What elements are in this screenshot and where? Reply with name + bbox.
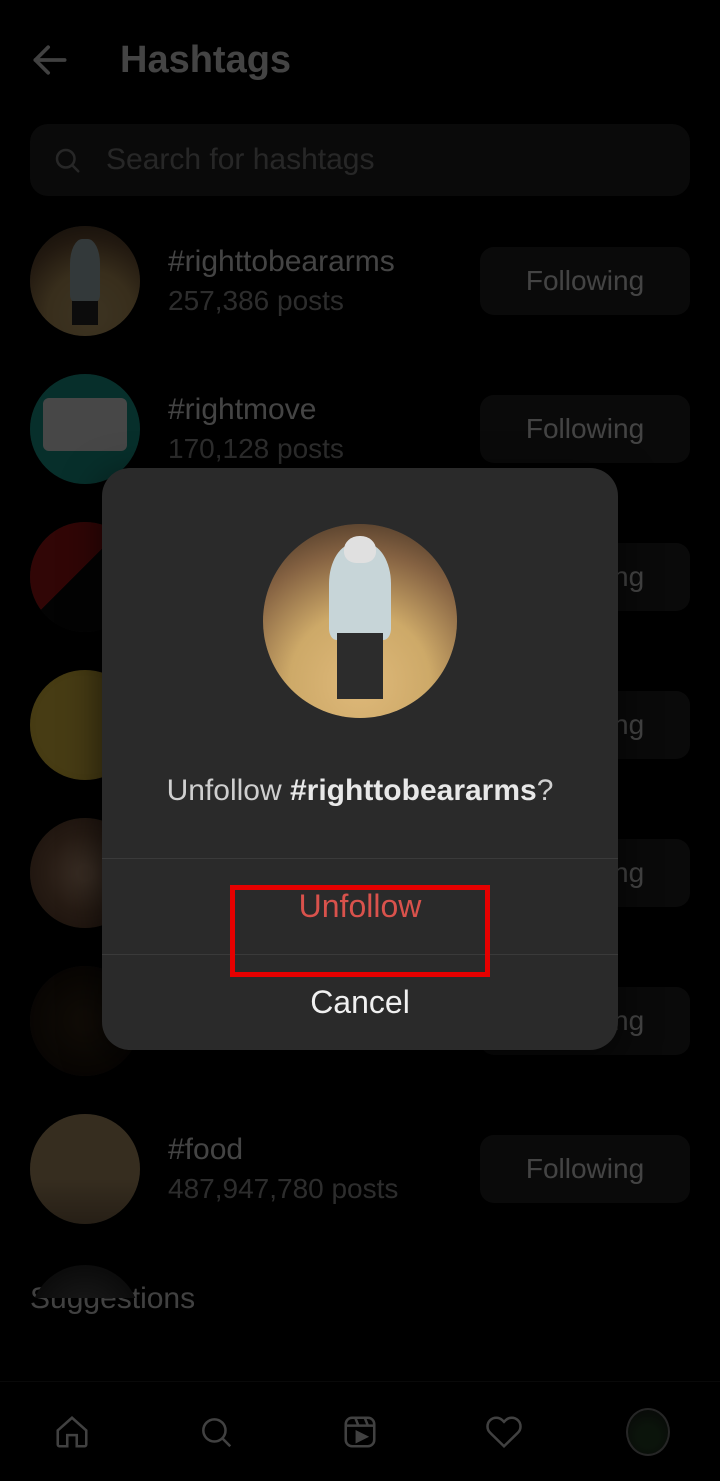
cancel-button[interactable]: Cancel (102, 954, 618, 1050)
dialog-question: Unfollow #righttobeararms? (167, 774, 554, 808)
unfollow-button[interactable]: Unfollow (102, 858, 618, 954)
unfollow-dialog: Unfollow #righttobeararms? Unfollow Canc… (102, 468, 618, 1050)
dialog-hashtag-avatar (263, 524, 457, 718)
